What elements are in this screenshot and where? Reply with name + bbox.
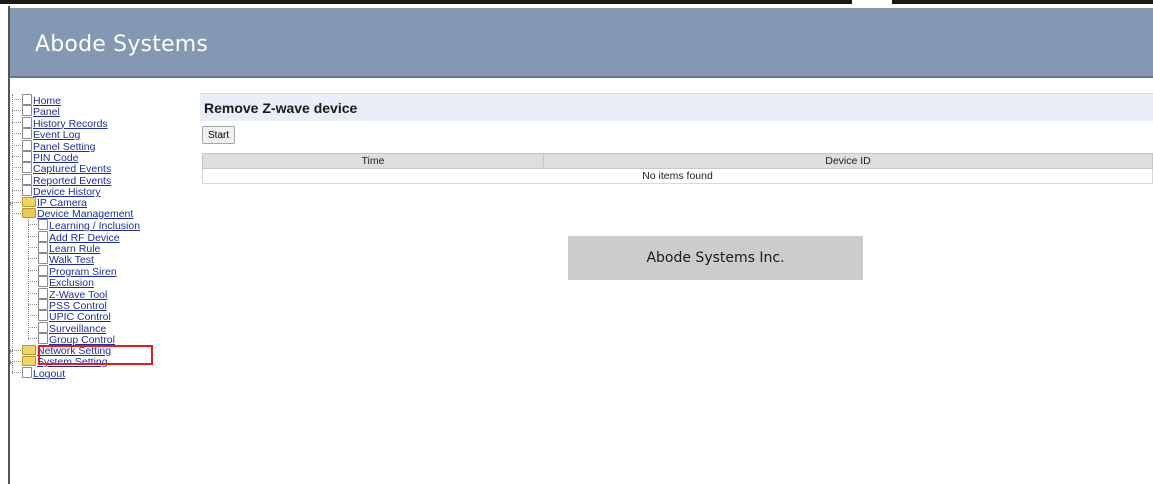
table-header-row: Time Device ID [202,153,1153,169]
document-icon [22,116,32,128]
sidebar-item-label[interactable]: Logout [33,368,65,380]
sidebar-item-device-history[interactable]: Device History [10,185,190,198]
folder-icon [22,355,36,366]
sidebar-item-pin-code[interactable]: PIN Code [10,150,190,164]
tree-connector [12,201,21,204]
document-icon [38,287,48,299]
sidebar-item-pss-control[interactable]: PSS Control [10,299,190,312]
tree-connector [28,338,37,340]
sidebar-item-label[interactable]: Device Management [37,208,133,220]
tree-connector [12,167,21,169]
sidebar-item-reported-events[interactable]: Reported Events [10,173,190,186]
sidebar-item-history-records[interactable]: History Records [10,116,190,129]
tree-connector [28,315,37,317]
tree-branch [28,219,29,340]
tree-connector [12,99,21,101]
sidebar-item-surveillance[interactable]: Surveillance [10,321,190,335]
folder-icon [22,196,36,207]
sidebar-item-home[interactable]: Home [10,94,190,107]
document-icon [38,321,48,333]
column-header-device-id[interactable]: Device ID [543,153,1153,169]
app-header: Abode Systems [10,8,1153,78]
document-icon [38,310,48,322]
empty-message: No items found [202,168,1153,184]
tree-connector [28,258,37,260]
document-icon [22,139,32,151]
document-icon [38,242,48,254]
document-icon [38,276,48,288]
sidebar-item-upic-control[interactable]: UPIC Control [10,310,190,323]
tree-connector [28,304,37,306]
sidebar-item-device-management[interactable]: - Device Management [8,207,190,220]
device-table: Time Device ID No items found [202,153,1153,184]
document-icon [22,105,32,117]
tree-connector [12,110,21,112]
folder-icon [22,344,36,355]
tree-connector [12,178,21,181]
tree-connector [28,224,37,226]
sidebar-item-panel-setting[interactable]: Panel Setting [10,139,190,152]
page-title: Remove Z-wave device [204,100,358,116]
document-icon [38,230,48,242]
tree-connector [12,155,21,158]
tree-connector [12,349,21,352]
tree-connector [28,326,37,329]
tree-connector [12,360,21,363]
document-icon [38,299,48,311]
tree-connector [28,269,37,272]
sidebar-item-add-rf-device[interactable]: Add RF Device [10,230,190,243]
tree-trunk [12,94,13,374]
sidebar-item-walk-test[interactable]: Walk Test [10,253,190,266]
sidebar-item-learning-inclusion[interactable]: Learning / Inclusion [10,219,190,232]
tree-connector [12,144,21,147]
sidebar-item-program-siren[interactable]: Program Siren [10,264,190,278]
sidebar-item-captured-events[interactable]: Captured Events [10,162,190,175]
document-icon [22,162,32,174]
sidebar-item-label[interactable]: IP Camera [37,197,87,209]
sidebar-item-logout[interactable]: Logout [10,367,190,380]
sidebar-item-event-log[interactable]: Event Log [10,128,190,141]
tree-connector [28,235,37,238]
document-icon [38,219,48,231]
document-icon [38,264,48,276]
tree-connector [28,292,37,295]
document-icon [22,94,32,105]
sidebar-item-ip-camera[interactable]: + IP Camera [8,196,190,209]
document-icon [38,333,48,345]
table-empty-row: No items found [202,168,1153,184]
footer-banner: Abode Systems Inc. [568,236,863,280]
sidebar-item-z-wave-tool[interactable]: Z-Wave Tool [10,287,190,300]
start-button[interactable]: Start [202,126,236,144]
tree-connector [12,190,21,192]
sidebar-item-panel[interactable]: Panel [10,105,190,118]
footer-text: Abode Systems Inc. [646,250,785,266]
sidebar-item-learn-rule[interactable]: Learn Rule [10,242,190,255]
tree-connector [28,281,37,283]
document-icon [22,367,32,379]
nav-tree: Home Panel History Records Event Log Panel S… [8,94,190,380]
document-icon [22,173,32,185]
tree-connector [12,121,21,124]
tree-connector [12,372,21,374]
page-title-bar: Remove Z-wave device [200,93,1153,121]
column-header-time[interactable]: Time [202,153,544,169]
tree-connector [28,247,37,249]
app-title: Abode Systems [35,32,209,57]
sidebar-item-group-control[interactable]: Group Control [10,333,190,346]
tree-connector [12,133,21,135]
sidebar-item-exclusion[interactable]: Exclusion [10,276,190,289]
exclusion-highlight-box [38,345,153,365]
tree-connector [12,212,21,215]
document-icon [22,185,32,197]
top-border [0,0,1153,4]
document-icon [22,150,32,162]
folder-open-icon [22,207,36,218]
document-icon [38,253,48,265]
document-icon [22,128,32,140]
